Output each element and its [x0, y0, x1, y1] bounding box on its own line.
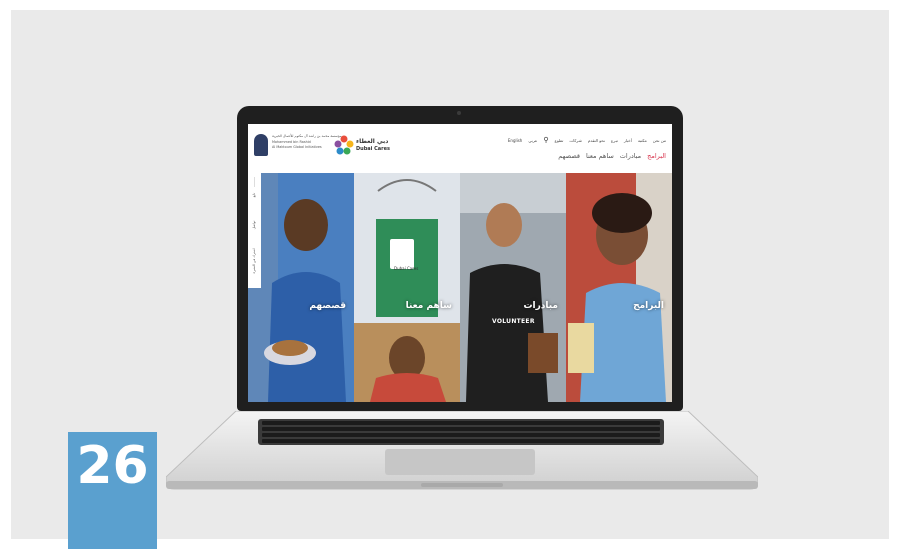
- dubai-cares-arabic: دبي العطاء: [356, 138, 389, 145]
- top-link-donate[interactable]: تبرع: [611, 138, 618, 143]
- search-icon[interactable]: ⚲: [543, 136, 548, 144]
- nav-contribute[interactable]: ساهم معنا: [586, 152, 614, 160]
- dubai-cares-english: Dubai Cares: [356, 146, 390, 152]
- nav-stories[interactable]: قصصهم: [558, 152, 580, 160]
- mbr-logo-english-2: Al Maktoum Global Initiatives: [272, 145, 322, 149]
- top-link-companies[interactable]: شركات: [569, 138, 581, 143]
- keyboard-keys: [262, 421, 660, 443]
- hero-panels: قصصهم Dubai Cares ساهم معنا VOLUNTEER مب…: [248, 173, 672, 402]
- girl-with-bucket-photo: [354, 173, 460, 402]
- top-link-news[interactable]: أخبار: [624, 138, 632, 143]
- social-sidebar: تابع تواصل اشترك في النشرة: [248, 173, 261, 288]
- sidebar-item-contact[interactable]: تواصل: [252, 208, 256, 242]
- dubai-cares-logo[interactable]: دبي العطاء Dubai Cares: [334, 134, 390, 158]
- panel-label-contribute: ساهم معنا: [405, 301, 452, 311]
- page-number: 26: [76, 436, 149, 496]
- sidebar-item-newsletter[interactable]: اشترك في النشرة: [252, 244, 256, 278]
- top-link-progress[interactable]: نحو التقدم: [588, 138, 605, 143]
- volunteer-photo: [460, 173, 566, 402]
- panel-programs[interactable]: البرامج: [566, 173, 672, 402]
- top-link-about[interactable]: من نحن: [653, 138, 666, 143]
- page-number-badge: 26: [68, 432, 157, 549]
- site-header: مؤسسة محمد بن راشد آل مكتوم للأعمال الخي…: [248, 124, 672, 174]
- panel-stories[interactable]: قصصهم: [248, 173, 354, 402]
- keyboard: [258, 419, 664, 445]
- utility-nav: من نحن مكتبة أخبار تبرع نحو التقدم شركات…: [508, 135, 666, 145]
- dubai-cares-star-icon: [334, 135, 354, 155]
- panel-initiatives[interactable]: VOLUNTEER مبادرات: [460, 173, 566, 402]
- language-english[interactable]: English: [508, 138, 522, 143]
- top-link-volunteer[interactable]: تطوع: [555, 138, 564, 143]
- mbr-logo-english-1: Mohammed bin Rashid: [272, 140, 311, 144]
- main-nav: البرامج مبادرات ساهم معنا قصصهم: [558, 150, 666, 162]
- bucket-brand-text: Dubai Cares: [394, 266, 419, 271]
- portrait-emblem-icon: [254, 134, 268, 156]
- nav-programs[interactable]: البرامج: [647, 152, 666, 160]
- laptop-screen: مؤسسة محمد بن راشد آل مكتوم للأعمال الخي…: [248, 124, 672, 402]
- mbr-logo-arabic: مؤسسة محمد بن راشد آل مكتوم للأعمال الخي…: [272, 134, 342, 138]
- boy-with-rice-photo: [248, 173, 354, 402]
- girl-in-uniform-photo: [566, 173, 672, 402]
- mbr-initiatives-logo[interactable]: مؤسسة محمد بن راشد آل مكتوم للأعمال الخي…: [254, 134, 342, 158]
- top-link-library[interactable]: مكتبة: [638, 138, 647, 143]
- nav-initiatives[interactable]: مبادرات: [620, 152, 641, 160]
- shirt-text: VOLUNTEER: [492, 318, 535, 325]
- language-arabic[interactable]: عربي: [528, 138, 537, 143]
- panel-contribute[interactable]: Dubai Cares ساهم معنا: [354, 173, 460, 402]
- panel-label-initiatives: مبادرات: [523, 301, 558, 311]
- panel-label-stories: قصصهم: [309, 301, 346, 311]
- laptop-bezel: مؤسسة محمد بن راشد آل مكتوم للأعمال الخي…: [237, 106, 683, 411]
- trackpad: [385, 449, 535, 475]
- sidebar-item-follow[interactable]: تابع: [252, 178, 256, 212]
- panel-label-programs: البرامج: [633, 301, 664, 311]
- camera-icon: [457, 111, 461, 115]
